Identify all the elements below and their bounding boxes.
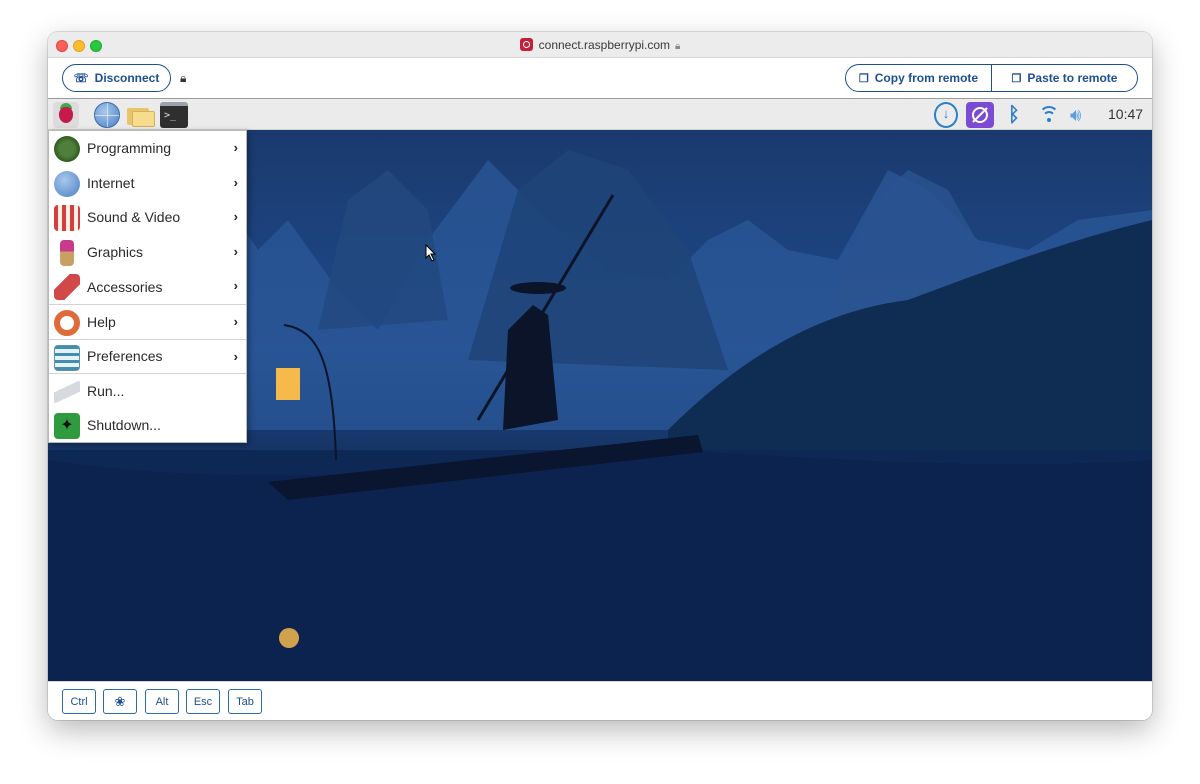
run-icon (54, 379, 80, 406)
clock[interactable]: 10:47 (1108, 106, 1143, 122)
browser-window: connect.raspberrypi.com 🔒︎ ☏ Disconnect 🔒… (48, 32, 1152, 720)
chevron-right-icon: › (233, 140, 238, 155)
programming-icon (54, 136, 80, 162)
rpi-berry-shape (59, 107, 73, 123)
window-titlebar: connect.raspberrypi.com 🔒︎ (48, 32, 1152, 58)
wifi-icon[interactable] (1038, 102, 1060, 128)
menu-item-label: Preferences (87, 348, 163, 365)
menu-item-accessories[interactable]: Accessories › (49, 269, 246, 304)
menu-item-label: Programming (87, 140, 172, 157)
application-menu: Programming › Internet › Sound & Video ›… (48, 130, 247, 443)
chevron-right-icon: › (233, 278, 238, 294)
paste-to-remote-button[interactable]: ❐ Paste to remote (991, 65, 1137, 91)
phone-hangup-icon: ☏ (73, 71, 89, 85)
preferences-icon (54, 344, 80, 371)
menu-item-preferences[interactable]: Preferences › (49, 338, 246, 374)
mouse-pointer-icon (425, 244, 437, 262)
ctrl-key-label: Ctrl (70, 695, 88, 708)
tab-key-label: Tab (236, 695, 254, 708)
chevron-right-icon: › (233, 174, 238, 190)
secure-lock-icon: 🔒︎ (675, 41, 681, 52)
menu-item-programming[interactable]: Programming › (49, 131, 246, 166)
menu-item-sound-video[interactable]: Sound & Video › (49, 200, 246, 235)
special-keys-bar: Ctrl ❀ Alt Esc Tab (48, 681, 1152, 720)
graphics-icon (60, 239, 74, 266)
copy-label: Copy from remote (874, 71, 979, 85)
internet-icon (54, 170, 80, 197)
alt-key-button[interactable]: Alt (145, 689, 179, 714)
lxde-taskbar: >_ ↓ ᛒ 🔊︎ 10:47 (48, 99, 1152, 130)
help-icon (54, 309, 80, 336)
address-bar[interactable]: connect.raspberrypi.com 🔒︎ (48, 38, 1152, 52)
paste-icon: ❐ (1011, 72, 1022, 85)
updater-icon[interactable]: ↓ (934, 102, 958, 128)
raspberry-key-icon: ❀ (114, 693, 126, 709)
file-manager-icon[interactable] (127, 102, 155, 128)
connect-toolbar: ☏ Disconnect 🔒︎ ❐ Copy from remote ❐ Pas… (48, 58, 1152, 99)
accessories-icon (54, 274, 80, 301)
connection-lock-icon: 🔒︎ (180, 71, 187, 85)
ctrl-key-button[interactable]: Ctrl (62, 689, 96, 714)
connect-icon[interactable] (966, 102, 994, 128)
esc-key-button[interactable]: Esc (186, 689, 220, 714)
menu-item-help[interactable]: Help › (49, 303, 246, 339)
bluetooth-icon[interactable]: ᛒ (1004, 102, 1024, 128)
raspberry-menu-icon[interactable] (53, 102, 79, 128)
site-favicon-icon (519, 38, 533, 51)
disconnect-label: Disconnect (94, 71, 160, 85)
menu-item-label: Internet (87, 174, 135, 191)
remote-screen[interactable]: >_ ↓ ᛒ 🔊︎ 10:47 Programming › Internet › (48, 99, 1152, 681)
paste-label: Paste to remote (1027, 71, 1118, 85)
folder-front-shape (132, 111, 155, 127)
address-text: connect.raspberrypi.com (538, 38, 671, 52)
menu-item-label: Graphics (87, 244, 144, 261)
wifi-dot (1047, 118, 1051, 122)
disconnect-button[interactable]: ☏ Disconnect (62, 64, 171, 92)
menu-item-graphics[interactable]: Graphics › (49, 235, 246, 270)
menu-item-label: Accessories (87, 278, 163, 295)
web-browser-icon[interactable] (94, 102, 120, 128)
raspberry-key-button[interactable]: ❀ (103, 689, 137, 714)
alt-key-label: Alt (155, 695, 169, 708)
menu-item-shutdown[interactable]: ✦ Shutdown... (49, 408, 246, 443)
menu-item-label: Run... (87, 382, 125, 399)
chevron-right-icon: › (233, 348, 238, 364)
menu-item-internet[interactable]: Internet › (49, 166, 246, 201)
sound-video-icon (54, 205, 80, 232)
menu-item-run[interactable]: Run... (49, 373, 246, 408)
terminal-icon[interactable]: >_ (160, 102, 188, 128)
menu-item-label: Sound & Video (87, 209, 181, 226)
shutdown-icon: ✦ (54, 412, 80, 439)
copy-icon: ❐ (858, 72, 869, 85)
chevron-right-icon: › (233, 243, 238, 259)
esc-key-label: Esc (193, 695, 213, 708)
copy-from-remote-button[interactable]: ❐ Copy from remote (846, 65, 991, 91)
menu-item-label: Help (87, 313, 116, 330)
tab-key-button[interactable]: Tab (228, 689, 262, 714)
chevron-right-icon: › (233, 209, 238, 225)
volume-icon[interactable]: 🔊︎ (1070, 102, 1096, 128)
chevron-right-icon: › (233, 313, 238, 329)
clipboard-button-group: ❐ Copy from remote ❐ Paste to remote (845, 64, 1138, 92)
menu-item-label: Shutdown... (87, 417, 161, 434)
